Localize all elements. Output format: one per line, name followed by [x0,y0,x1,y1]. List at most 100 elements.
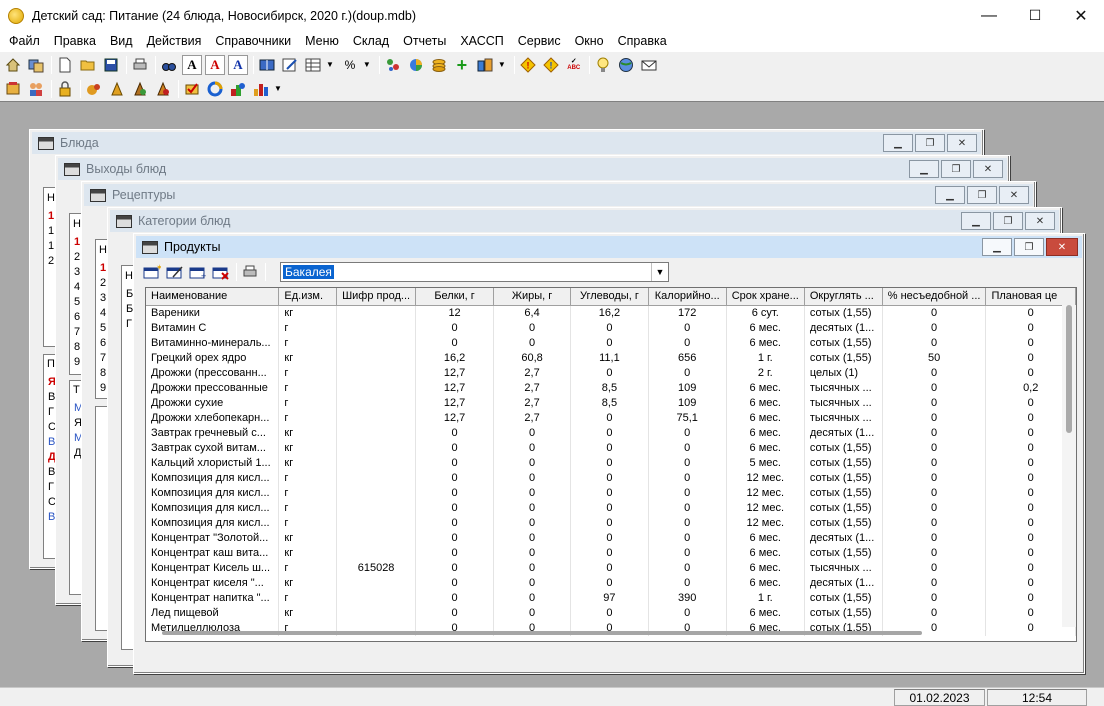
close-button[interactable]: ✕ [947,134,977,152]
table-row[interactable]: Концентрат "Золотой... кг 0 0 0 0 6 мес. десяты… [146,530,1076,546]
vyhody-row[interactable]: 7 [74,325,80,340]
table-row[interactable]: Концентрат напитка "... г 0 0 97 390 1 г. сотых… [146,590,1076,606]
column-header-inedible[interactable]: % несъедобной ... [882,288,987,306]
menu-edit[interactable]: Правка [47,31,103,51]
pie-chart-icon[interactable] [406,55,426,75]
menu-references[interactable]: Справочники [208,31,298,51]
table-row[interactable]: Концентрат каш вита... кг 0 0 0 0 6 мес. сотых … [146,545,1076,561]
print-icon[interactable] [240,262,260,282]
bluda-row[interactable]: 1 [48,209,54,224]
ingredients2-icon[interactable] [107,79,127,99]
products-grid[interactable]: Наименование Ед.изм. Шифр прод... Белки,… [145,287,1077,642]
minimize-button[interactable]: ▁ [909,160,939,178]
column-header-rounding[interactable]: Округлять ... [804,288,883,306]
font-a-blue-icon[interactable]: A [228,54,248,75]
column-header-shelf-life[interactable]: Срок хране... [726,288,805,306]
horizontal-scrollbar[interactable] [162,631,922,635]
lock-icon[interactable] [55,79,75,99]
table-row[interactable]: Дрожжи (прессованн... г 12,7 2,7 0 0 2 г. целых… [146,365,1076,381]
chevron-down-icon[interactable]: ▼ [326,60,334,69]
column-header-fat[interactable]: Жиры, г [493,288,572,306]
boxes-icon[interactable] [475,55,495,75]
receptury-row[interactable]: 1 [100,261,106,276]
receptury-row[interactable]: 2 [100,276,106,291]
bluda-row[interactable]: 1 [48,239,54,254]
ingredients3-icon[interactable] [130,79,150,99]
column-header-code[interactable]: Шифр прод... [336,288,417,306]
font-a-red-icon[interactable]: A [205,54,225,75]
window-vyhody-titlebar[interactable]: Выходы блюд ▁ ❐ ✕ [58,158,1007,180]
edit-icon[interactable] [280,55,300,75]
column-header-planned-price[interactable]: Плановая це [985,288,1076,306]
chevron-down-icon[interactable]: ▼ [363,60,371,69]
vyhody-row[interactable]: 1 [74,235,80,250]
delete-record-icon[interactable] [211,262,231,282]
bluda-lower-row[interactable]: Г [48,480,54,495]
bluda-row[interactable]: 1 [48,224,54,239]
close-button[interactable]: ✕ [999,186,1029,204]
lightbulb-icon[interactable] [593,55,613,75]
bar-chart-icon[interactable] [251,79,271,99]
chevron-down-icon[interactable]: ▼ [498,60,506,69]
add-icon[interactable]: + [452,55,472,75]
minimize-button[interactable]: ▁ [982,238,1012,256]
restore-button[interactable]: ❐ [915,134,945,152]
receptury-row[interactable]: 7 [100,351,106,366]
table-row[interactable]: Концентрат Кисель ш... г 615028 0 0 0 0 6 мес. т… [146,560,1076,576]
book-icon[interactable] [257,55,277,75]
menu-window[interactable]: Окно [568,31,611,51]
close-button[interactable]: ✕ [973,160,1003,178]
column-header-calories[interactable]: Калорийно... [648,288,727,306]
receptury-row[interactable]: 6 [100,336,106,351]
vyhody-row[interactable]: 6 [74,310,80,325]
close-button[interactable]: ✕ [1058,0,1104,31]
table-row[interactable]: Грецкий орех ядро кг 16,2 60,8 11,1 656 1 г. со… [146,350,1076,366]
table-row[interactable]: Композиция для кисл... г 0 0 0 0 12 мес. сотых … [146,470,1076,486]
switch-icon[interactable] [26,55,46,75]
window-kategorii-titlebar[interactable]: Категории блюд ▁ ❐ ✕ [110,210,1059,232]
mail-icon[interactable] [639,55,659,75]
users-icon[interactable] [26,79,46,99]
vyhody-row[interactable]: 8 [74,340,80,355]
table-row[interactable]: Кальций хлористый 1... кг 0 0 0 0 5 мес. сотых … [146,455,1076,471]
menu-actions[interactable]: Действия [140,31,209,51]
minimize-button[interactable]: ▁ [883,134,913,152]
menu-service[interactable]: Сервис [511,31,568,51]
save-icon[interactable] [101,55,121,75]
receptury-row[interactable]: 4 [100,306,106,321]
receptury-row[interactable]: 5 [100,321,106,336]
spellcheck-icon[interactable]: ✓ ABC [564,55,584,75]
chevron-down-icon[interactable]: ▼ [274,84,282,93]
restore-button[interactable]: ❐ [941,160,971,178]
font-a-icon[interactable]: A [182,54,202,75]
restore-button[interactable]: ❐ [993,212,1023,230]
chevron-down-icon[interactable]: ▼ [651,263,668,281]
vyhody-row[interactable]: 5 [74,295,80,310]
table-row[interactable]: Дрожжи хлебопекарн... г 12,7 2,7 0 75,1 6 мес.… [146,410,1076,426]
receptury-row[interactable]: 8 [100,366,106,381]
restore-button[interactable]: ❐ [1014,238,1044,256]
menu-haccp[interactable]: ХАССП [453,31,510,51]
vyhody-row[interactable]: 4 [74,280,80,295]
coins-icon[interactable] [429,55,449,75]
menu-menu[interactable]: Меню [298,31,346,51]
window-produkty-titlebar[interactable]: Продукты ▁ ❐ ✕ [136,236,1082,258]
minimize-button[interactable]: ▁ [961,212,991,230]
table-row[interactable]: Завтрак гречневый с... кг 0 0 0 0 6 мес. десяты… [146,425,1076,441]
warning-icon[interactable]: ! [518,55,538,75]
open-folder-icon[interactable] [78,55,98,75]
binoculars-icon[interactable] [159,55,179,75]
table-row[interactable]: Витамин Сг00006 мес. десятых (1... 0 0 [146,320,1076,336]
menu-warehouse[interactable]: Склад [346,31,396,51]
menu-reports[interactable]: Отчеты [396,31,453,51]
table-row[interactable]: Композиция для кисл... г 0 0 0 0 12 мес. сотых … [146,485,1076,501]
mixed-icon[interactable] [228,79,248,99]
table-row[interactable]: Дрожжи прессованные г 12,7 2,7 8,5 109 6 мес. т… [146,380,1076,396]
cycle-icon[interactable] [205,79,225,99]
close-button[interactable]: ✕ [1025,212,1055,230]
vyhody-row[interactable]: 3 [74,265,80,280]
maximize-button[interactable]: ☐ [1012,0,1058,31]
minimize-button[interactable]: — [966,0,1012,31]
print-icon[interactable] [130,55,150,75]
minimize-button[interactable]: ▁ [935,186,965,204]
